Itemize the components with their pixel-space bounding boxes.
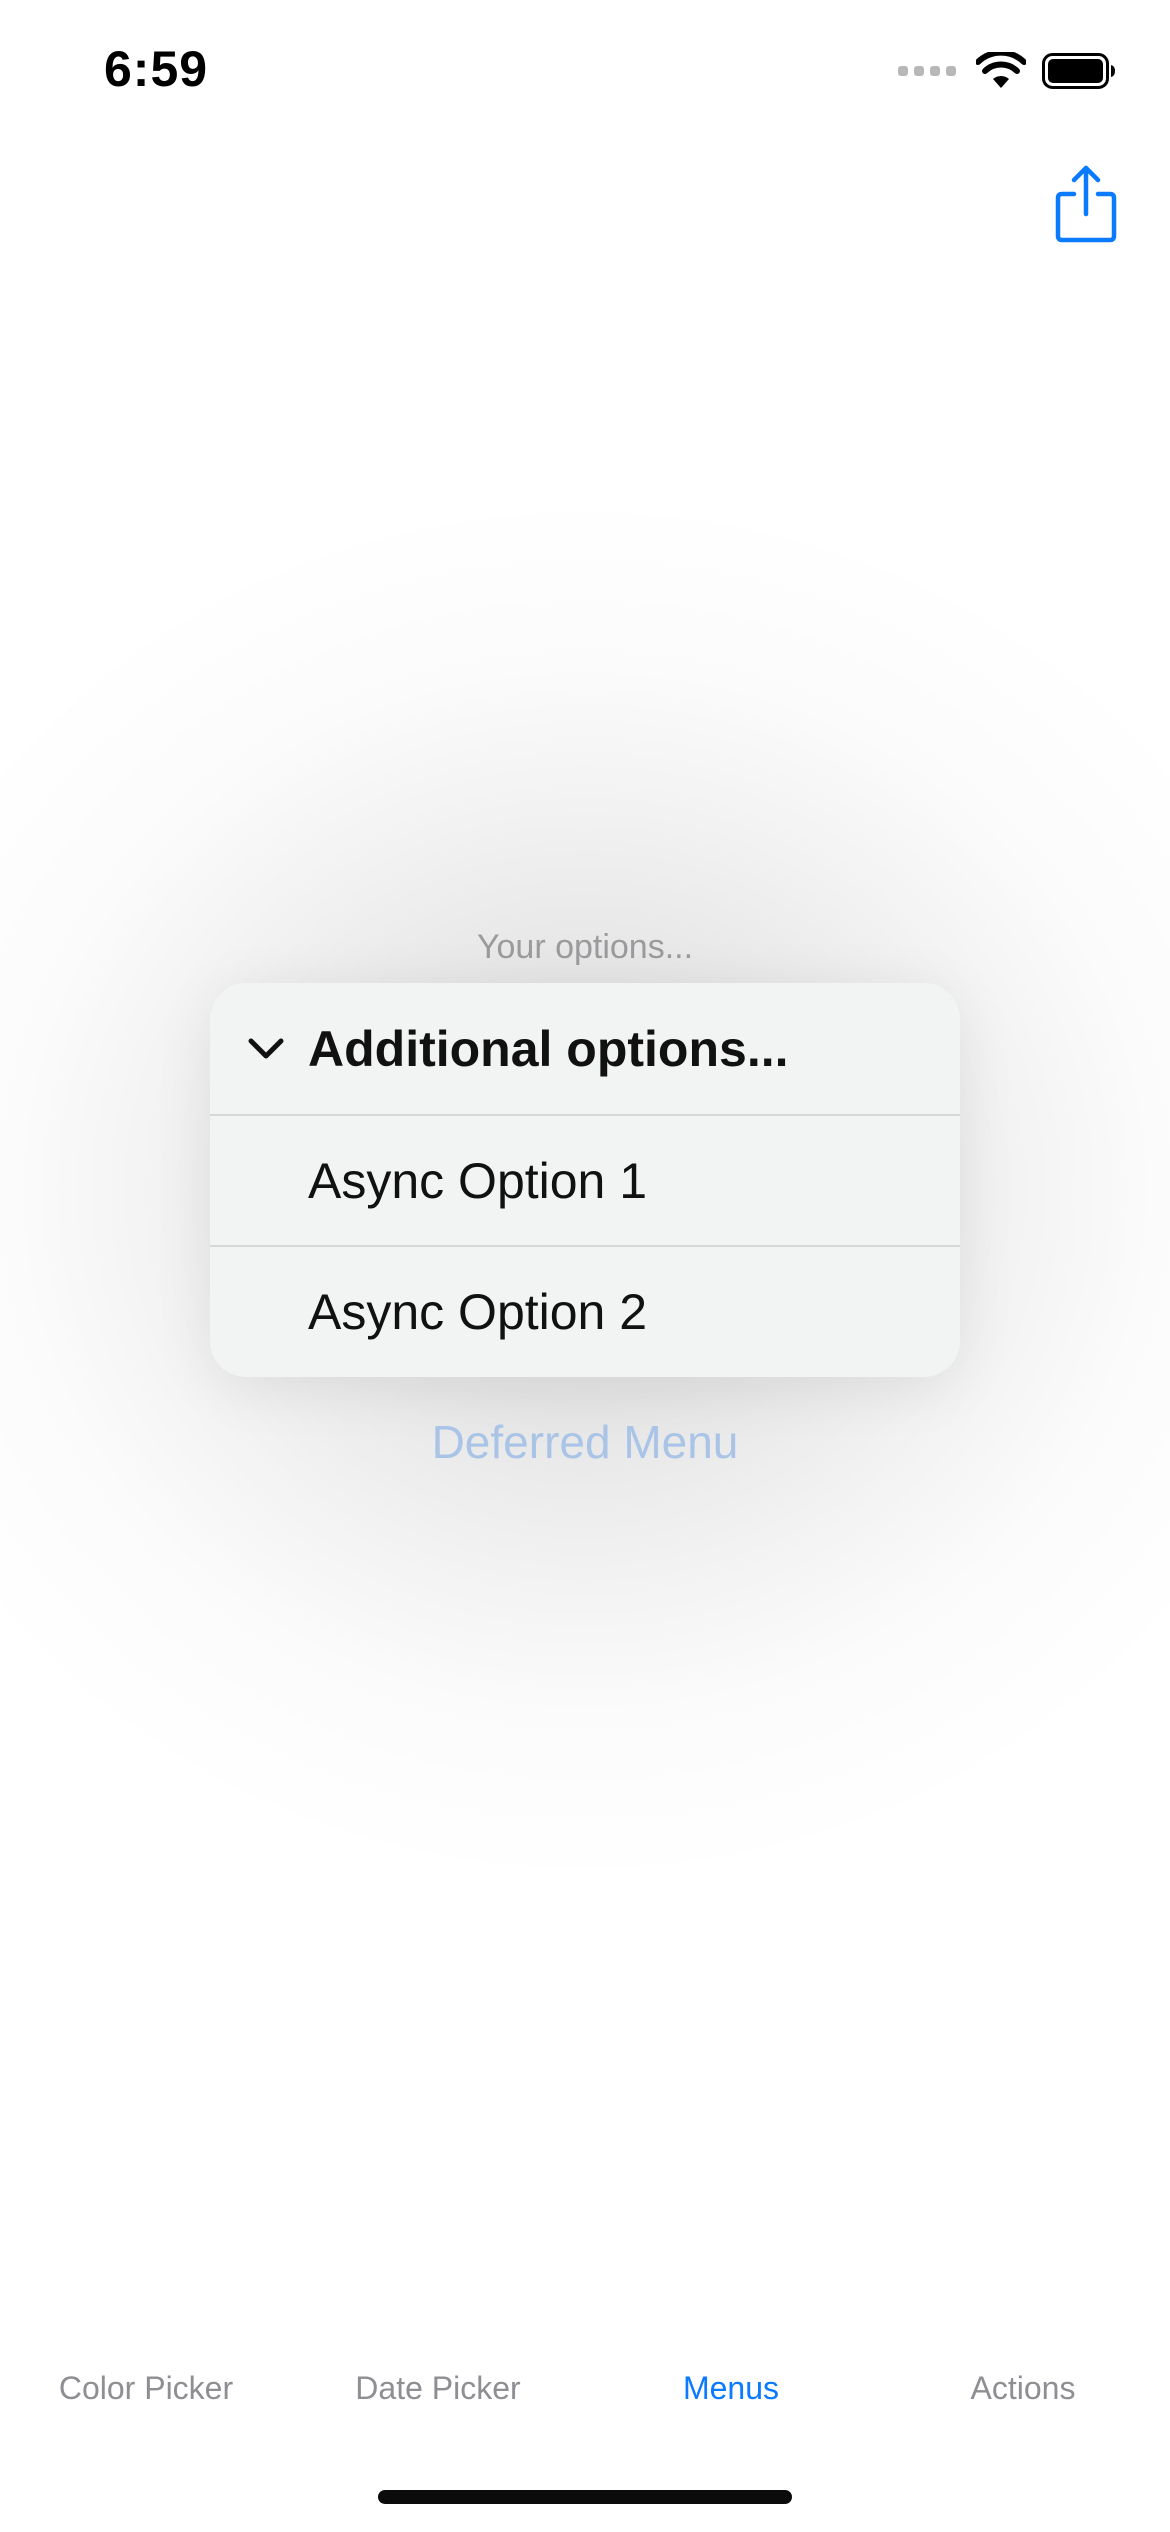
menu-header-label: Additional options... bbox=[308, 1020, 789, 1077]
menu-header-additional-options[interactable]: Additional options... bbox=[210, 983, 960, 1114]
share-button[interactable] bbox=[1054, 164, 1118, 244]
tab-color-picker[interactable]: Color Picker bbox=[0, 2370, 292, 2407]
status-time: 6:59 bbox=[104, 41, 209, 97]
battery-icon bbox=[1042, 53, 1115, 89]
tab-bar: Color Picker Date Picker Menus Actions bbox=[0, 2370, 1170, 2440]
menu-item-async-option-2[interactable]: Async Option 2 bbox=[210, 1245, 960, 1376]
chevron-down-icon bbox=[248, 1038, 284, 1058]
tab-actions[interactable]: Actions bbox=[877, 2370, 1169, 2407]
menu-item-async-option-1[interactable]: Async Option 1 bbox=[210, 1114, 960, 1245]
wifi-icon bbox=[976, 52, 1026, 88]
share-icon bbox=[1055, 165, 1117, 243]
deferred-menu-button[interactable]: Deferred Menu bbox=[0, 1415, 1170, 1469]
menu-caption: Your options... bbox=[476, 928, 694, 966]
context-menu: Additional options... Async Option 1 Asy… bbox=[210, 983, 960, 1377]
status-icons bbox=[898, 52, 1116, 90]
menu-item-label: Async Option 1 bbox=[308, 1152, 648, 1209]
cellular-signal-icon bbox=[898, 66, 956, 76]
menu-item-label: Async Option 2 bbox=[308, 1283, 648, 1340]
tab-menus[interactable]: Menus bbox=[585, 2370, 877, 2407]
home-indicator[interactable] bbox=[378, 2490, 792, 2504]
tab-date-picker[interactable]: Date Picker bbox=[292, 2370, 584, 2407]
